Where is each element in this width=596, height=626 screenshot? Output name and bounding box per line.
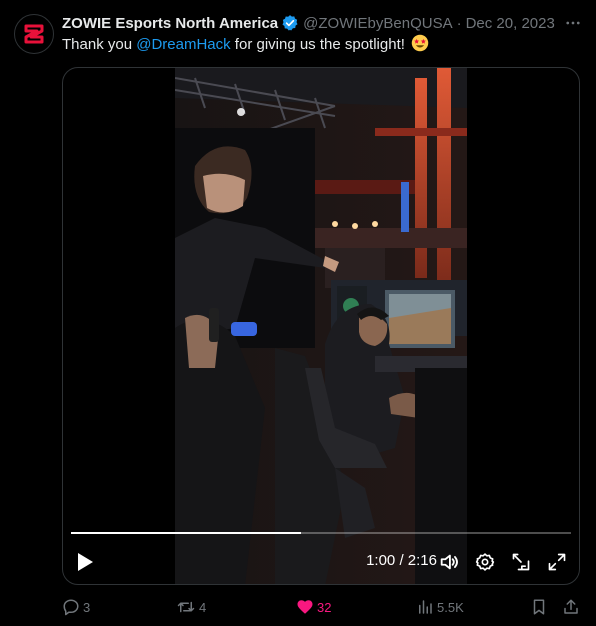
tweet-text-start: Thank you: [62, 36, 137, 53]
reply-icon: [63, 599, 79, 616]
like-count: 32: [317, 599, 332, 615]
tweet-date[interactable]: Dec 20, 2023: [466, 15, 555, 32]
tweet-text: Thank you @DreamHack for giving us the s…: [62, 34, 582, 55]
video-frame[interactable]: [175, 68, 467, 584]
progress-bar-fill: [71, 532, 301, 534]
video-controls: 1:00 / 2:16: [63, 542, 579, 582]
settings-icon[interactable]: [471, 548, 499, 576]
views-icon: [419, 600, 432, 614]
tweet-text-end: for giving us the spotlight!: [230, 36, 405, 53]
views-button[interactable]: 5.5K: [416, 596, 464, 618]
repost-icon: [177, 601, 195, 613]
volume-icon[interactable]: [435, 548, 463, 576]
tweet-header: ZOWIE Esports North America @ZOWIEbyBenQ…: [62, 12, 584, 34]
more-options-icon[interactable]: [562, 12, 584, 34]
author-name[interactable]: ZOWIE Esports North America: [62, 15, 278, 32]
video-time: 1:00 / 2:16: [355, 552, 437, 569]
author-handle[interactable]: @ZOWIEbyBenQUSA: [303, 15, 452, 32]
fullscreen-icon[interactable]: [543, 548, 571, 576]
mention-link[interactable]: @DreamHack: [136, 36, 230, 53]
video-frame-image: [175, 68, 467, 584]
bookmark-icon: [533, 599, 545, 615]
views-count: 5.5K: [437, 599, 464, 615]
star-struck-emoji-icon: [411, 34, 429, 52]
zowie-logo-icon: [24, 24, 44, 44]
heart-icon: [297, 600, 313, 614]
share-icon: [564, 599, 578, 614]
tweet: ZOWIE Esports North America @ZOWIEbyBenQ…: [0, 0, 596, 626]
repost-count: 4: [199, 599, 207, 615]
time-total: 2:16: [407, 552, 437, 569]
video-player[interactable]: 1:00 / 2:16: [62, 67, 580, 585]
time-current: 1:00: [366, 552, 396, 569]
popout-icon[interactable]: [507, 548, 535, 576]
progress-bar[interactable]: [71, 532, 571, 534]
separator: ·: [456, 14, 462, 32]
time-separator: /: [395, 552, 408, 569]
avatar[interactable]: [14, 14, 54, 54]
reply-button[interactable]: 3: [62, 596, 90, 618]
bookmark-button[interactable]: [530, 596, 548, 618]
verified-badge-icon: [281, 14, 299, 32]
tweet-actions: 3 4 32 5.5K: [62, 596, 584, 618]
play-icon[interactable]: [71, 548, 99, 576]
repost-button[interactable]: 4: [176, 596, 206, 618]
reply-count: 3: [83, 599, 91, 615]
like-button[interactable]: 32: [296, 596, 331, 618]
share-button[interactable]: [562, 596, 580, 618]
